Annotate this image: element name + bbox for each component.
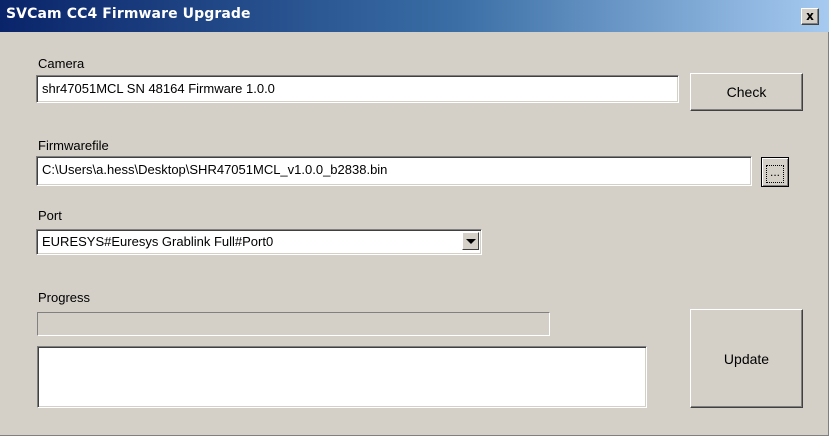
camera-field[interactable]: shr47051MCL SN 48164 Firmware 1.0.0 (36, 75, 679, 103)
update-button[interactable]: Update (690, 309, 803, 408)
progress-bar (37, 312, 550, 336)
camera-label: Camera (38, 56, 85, 71)
chevron-down-icon[interactable] (462, 232, 479, 250)
browse-button-label: ... (766, 165, 784, 183)
port-label: Port (38, 208, 62, 223)
firmware-upgrade-dialog: SVCam CC4 Firmware Upgrade x Camera shr4… (0, 0, 829, 436)
progress-label: Progress (38, 290, 91, 305)
browse-button[interactable]: ... (761, 157, 789, 187)
close-icon: x (806, 9, 814, 23)
firmwarefile-label: Firmwarefile (38, 138, 109, 153)
log-output[interactable] (37, 346, 647, 408)
check-button[interactable]: Check (690, 73, 803, 111)
close-button[interactable]: x (801, 8, 819, 25)
title-bar[interactable]: SVCam CC4 Firmware Upgrade x (0, 0, 829, 32)
firmwarefile-field[interactable]: C:\Users\a.hess\Desktop\SHR47051MCL_v1.0… (36, 156, 752, 186)
window-title: SVCam CC4 Firmware Upgrade (6, 6, 251, 22)
port-select[interactable]: EURESYS#Euresys Grablink Full#Port0 (36, 229, 482, 255)
port-selected-value: EURESYS#Euresys Grablink Full#Port0 (42, 234, 274, 249)
